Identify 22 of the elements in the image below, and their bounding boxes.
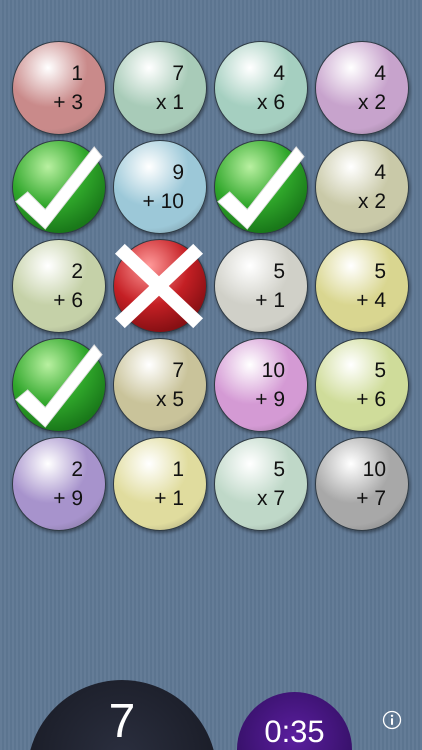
check-ball-icon [12, 140, 106, 234]
problem-ball[interactable]: 10 + 7 [315, 437, 409, 531]
check-ball-icon [12, 338, 106, 432]
problem-ball[interactable]: 5 + 4 [315, 239, 409, 333]
problem-ball[interactable]: 5 x 7 [214, 437, 308, 531]
problem-ball[interactable]: 4 x 2 [315, 140, 409, 234]
problem-ball[interactable]: 1 + 1 [113, 437, 207, 531]
problem-ball[interactable]: 7 x 1 [113, 41, 207, 135]
problem-ball[interactable]: 4 x 6 [214, 41, 308, 135]
problem-ball[interactable]: 5 + 1 [214, 239, 308, 333]
problem-ball[interactable]: 2 + 9 [12, 437, 106, 531]
problem-ball[interactable]: 5 + 6 [315, 338, 409, 432]
timer-display: 0:35 [237, 692, 352, 750]
check-ball-icon [214, 140, 308, 234]
info-icon[interactable] [382, 710, 402, 730]
problem-ball[interactable]: 4 x 2 [315, 41, 409, 135]
cross-ball-icon [113, 239, 207, 333]
problem-ball[interactable]: 10 + 9 [214, 338, 308, 432]
problem-ball[interactable]: 1 + 3 [12, 41, 106, 135]
problem-ball[interactable]: 9 + 10 [113, 140, 207, 234]
problem-ball[interactable]: 2 + 6 [12, 239, 106, 333]
problem-ball[interactable]: 7 x 5 [113, 338, 207, 432]
